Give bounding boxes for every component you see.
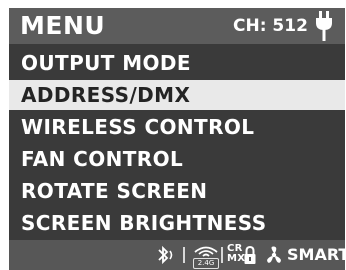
menu-item-fan-control[interactable]: FAN CONTROL	[9, 144, 345, 174]
menu-item-wireless-control[interactable]: WIRELESS CONTROL	[9, 112, 345, 142]
menu-item-rotate-screen[interactable]: ROTATE SCREEN	[9, 176, 345, 206]
menu-list: OUTPUT MODE ADDRESS/DMX WIRELESS CONTROL…	[9, 48, 345, 240]
fan-mode-label: SMART	[287, 245, 345, 264]
menu-item-label: FAN CONTROL	[21, 147, 184, 171]
menu-item-label: SCREEN BRIGHTNESS	[21, 211, 267, 235]
channel-indicator: CH: 512	[233, 16, 308, 36]
wifi-band-label: 2.4G	[193, 258, 219, 269]
menu-item-label: ADDRESS/DMX	[21, 83, 191, 107]
status-separator	[221, 247, 223, 263]
menu-item-label: ROTATE SCREEN	[21, 179, 208, 203]
menu-item-label: OUTPUT MODE	[21, 51, 191, 75]
status-separator	[183, 247, 185, 263]
fan-icon	[267, 246, 281, 263]
menu-item-screen-brightness[interactable]: SCREEN BRIGHTNESS	[9, 208, 345, 238]
bluetooth-icon	[158, 245, 173, 265]
wifi-icon	[194, 246, 218, 257]
menu-item-label: WIRELESS CONTROL	[21, 115, 255, 139]
menu-item-output-mode[interactable]: OUTPUT MODE	[9, 48, 345, 78]
power-plug-icon	[316, 11, 332, 41]
menu-title: MENU	[20, 11, 106, 40]
device-screen: MENU CH: 512 OUTPUT MODE ADDRESS/DMX WIR…	[9, 8, 345, 270]
lock-icon	[244, 245, 256, 264]
header-bar: MENU CH: 512	[9, 8, 345, 44]
menu-item-address-dmx[interactable]: ADDRESS/DMX	[9, 80, 345, 110]
status-bar: 2.4G CR MX SMART	[9, 240, 345, 270]
